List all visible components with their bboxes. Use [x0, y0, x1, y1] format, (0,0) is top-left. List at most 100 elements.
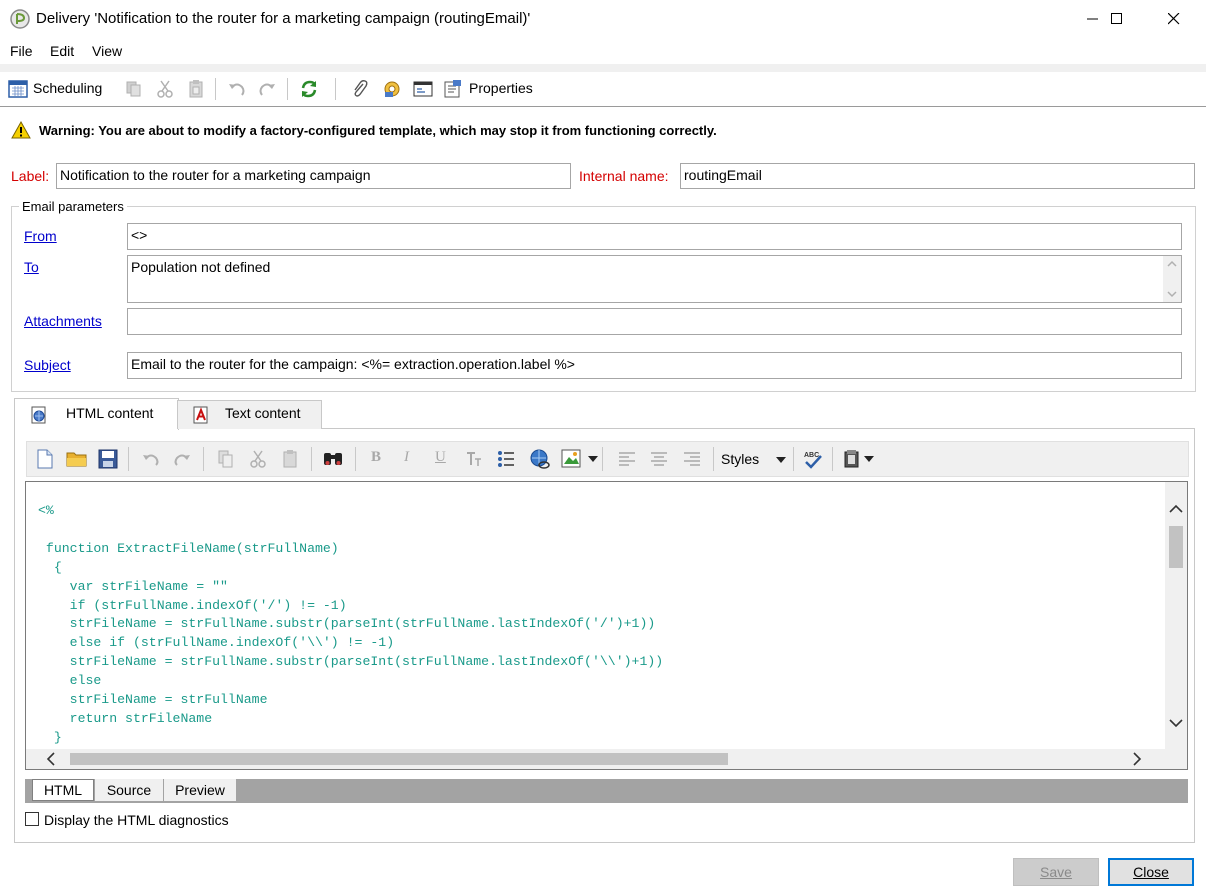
new-document-icon[interactable] [36, 449, 54, 469]
subject-input[interactable]: Email to the router for the campaign: <%… [127, 352, 1182, 379]
html-diagnostics-label: Display the HTML diagnostics [44, 812, 229, 828]
chevron-down-icon[interactable] [588, 456, 598, 462]
save-icon[interactable] [98, 449, 118, 469]
main-toolbar: Scheduling Properties [0, 72, 1206, 107]
chevron-down-icon[interactable] [864, 456, 874, 462]
styles-label: Styles [721, 451, 760, 467]
italic-icon: I [404, 449, 409, 465]
scroll-up-icon[interactable] [1169, 504, 1183, 514]
calendar-icon[interactable] [8, 79, 28, 99]
menu-separator [0, 64, 1206, 72]
spellcheck-icon[interactable]: ABC [802, 448, 824, 470]
to-scrollbar[interactable] [1163, 256, 1181, 302]
maximize-icon [1111, 13, 1122, 24]
view-tab-preview[interactable]: Preview [164, 779, 236, 801]
insert-link-icon[interactable] [529, 448, 551, 470]
vertical-scrollbar[interactable] [1165, 482, 1187, 750]
toolbar-separator [793, 447, 794, 471]
internal-name-input[interactable]: routingEmail [680, 163, 1195, 189]
horizontal-scroll-thumb[interactable] [70, 753, 728, 765]
toolbar-separator [713, 447, 714, 471]
clipboard-template-icon[interactable] [842, 449, 862, 469]
open-folder-icon[interactable] [66, 450, 88, 468]
view-tab-html[interactable]: HTML [32, 779, 94, 801]
font-size-icon [467, 452, 481, 466]
toolbar-separator [832, 447, 833, 471]
close-icon [1168, 13, 1180, 25]
toolbar-separator [203, 447, 204, 471]
chevron-down-icon [776, 457, 786, 463]
copy-icon [126, 81, 141, 97]
tab-html-content[interactable]: HTML content [14, 398, 179, 430]
properties-button[interactable]: Properties [469, 80, 533, 96]
html-diagnostics-checkbox[interactable] [25, 812, 39, 826]
align-left-icon [619, 452, 635, 466]
horizontal-scrollbar[interactable] [26, 749, 1166, 769]
cut-icon [157, 80, 173, 98]
scroll-down-icon[interactable] [1169, 718, 1183, 728]
vertical-scroll-thumb[interactable] [1169, 526, 1183, 568]
scroll-right-icon[interactable] [1132, 752, 1142, 766]
app-icon [10, 9, 30, 29]
menu-view[interactable]: View [92, 43, 122, 59]
toolbar-separator [311, 447, 312, 471]
toolbar-separator [335, 78, 336, 100]
code-text: <% function ExtractFileName(strFullName)… [38, 503, 664, 745]
undo-icon [143, 454, 159, 466]
attachments-input[interactable] [127, 308, 1182, 335]
close-button[interactable]: Close [1108, 858, 1194, 886]
bold-icon: B [371, 449, 382, 465]
maximize-button[interactable] [1094, 0, 1140, 38]
attachments-link[interactable]: Attachments [24, 313, 102, 329]
svg-text:ABC: ABC [804, 452, 819, 459]
subject-link[interactable]: Subject [24, 357, 71, 373]
styles-dropdown[interactable]: Styles [717, 446, 789, 472]
menu-edit[interactable]: Edit [50, 43, 74, 59]
save-button[interactable]: Save [1013, 858, 1099, 886]
redo-icon [259, 83, 275, 96]
scheduling-button[interactable]: Scheduling [33, 80, 102, 96]
personalization-icon[interactable] [382, 79, 402, 99]
toolbar-separator [355, 447, 356, 471]
scroll-left-icon[interactable] [46, 752, 56, 766]
to-field[interactable]: Population not defined [127, 255, 1182, 303]
toolbar-separator [215, 78, 216, 100]
menu-bar: File Edit View [0, 38, 1206, 64]
view-tab-source[interactable]: Source [95, 779, 163, 801]
underline-icon: U [435, 449, 446, 465]
bullet-list-icon[interactable] [496, 449, 516, 469]
paste-icon [283, 450, 297, 468]
menu-file[interactable]: File [10, 43, 33, 59]
refresh-icon[interactable] [299, 79, 319, 99]
editor-view-tabs: HTML Source Preview [25, 779, 1188, 803]
to-link[interactable]: To [24, 259, 39, 275]
close-window-button[interactable] [1151, 0, 1197, 38]
align-right-icon [684, 452, 700, 466]
email-parameters-legend: Email parameters [19, 199, 127, 214]
warning-message: Warning: You are about to modify a facto… [39, 123, 717, 138]
toolbar-separator [602, 447, 603, 471]
properties-icon[interactable] [443, 79, 463, 99]
text-content-icon [193, 406, 208, 424]
from-link[interactable]: From [24, 228, 57, 244]
scroll-up-icon[interactable] [1167, 260, 1177, 268]
html-content-icon [31, 406, 46, 424]
insert-image-icon[interactable] [561, 449, 583, 469]
scrollbar-corner [1165, 749, 1187, 769]
from-input[interactable]: <> [127, 223, 1182, 250]
html-code-editor[interactable]: <% function ExtractFileName(strFullName)… [25, 481, 1188, 770]
save-button-label: Save [1040, 864, 1072, 880]
tab-text-content[interactable]: Text content [177, 400, 322, 429]
scroll-down-icon[interactable] [1167, 290, 1177, 298]
title-bar: Delivery 'Notification to the router for… [0, 0, 1206, 38]
label-input[interactable]: Notification to the router for a marketi… [56, 163, 571, 189]
internal-name-caption: Internal name: [579, 168, 669, 184]
undo-icon [229, 83, 245, 96]
attachment-icon[interactable] [350, 79, 370, 99]
window-title: Delivery 'Notification to the router for… [36, 10, 531, 27]
find-binoculars-icon[interactable] [322, 449, 344, 469]
preview-window-icon[interactable] [413, 79, 433, 99]
redo-icon [174, 454, 190, 466]
to-value: Population not defined [131, 259, 271, 275]
tab-html-content-label: HTML content [66, 405, 154, 421]
